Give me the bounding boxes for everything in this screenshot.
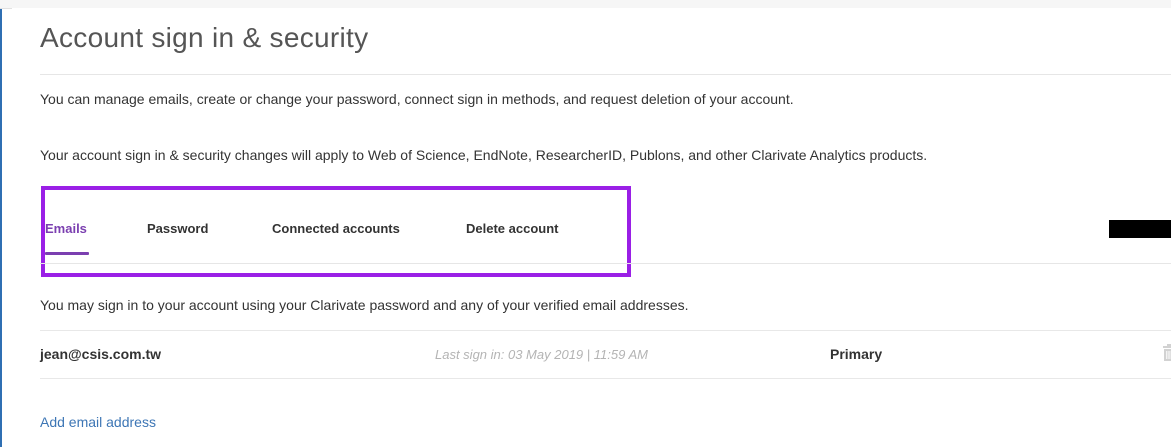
page-description: You can manage emails, create or change … — [40, 91, 794, 107]
page-title: Account sign in & security — [40, 22, 369, 53]
add-email-link[interactable]: Add email address — [40, 414, 156, 430]
products-notice: Your account sign in & security changes … — [40, 147, 928, 163]
tab-password[interactable]: Password — [147, 217, 272, 255]
title-divider — [40, 74, 1171, 75]
account-security-panel: Account sign in & security You can manag… — [12, 8, 1171, 447]
email-row: jean@csis.com.tw Last sign in: 03 May 20… — [40, 330, 1171, 379]
tab-bar: Emails Password Connected accounts Delet… — [45, 217, 596, 257]
trash-icon[interactable] — [1162, 344, 1171, 362]
tab-connected-accounts[interactable]: Connected accounts — [272, 217, 466, 255]
tab-emails[interactable]: Emails — [45, 217, 147, 255]
emails-info: You may sign in to your account using yo… — [40, 297, 689, 313]
redacted-block — [1109, 220, 1171, 238]
tab-delete-account[interactable]: Delete account — [466, 217, 596, 255]
last-sign-in: Last sign in: 03 May 2019 | 11:59 AM — [435, 347, 648, 362]
email-address: jean@csis.com.tw — [40, 346, 162, 362]
tabs-divider — [40, 263, 1171, 264]
primary-badge: Primary — [830, 346, 883, 362]
